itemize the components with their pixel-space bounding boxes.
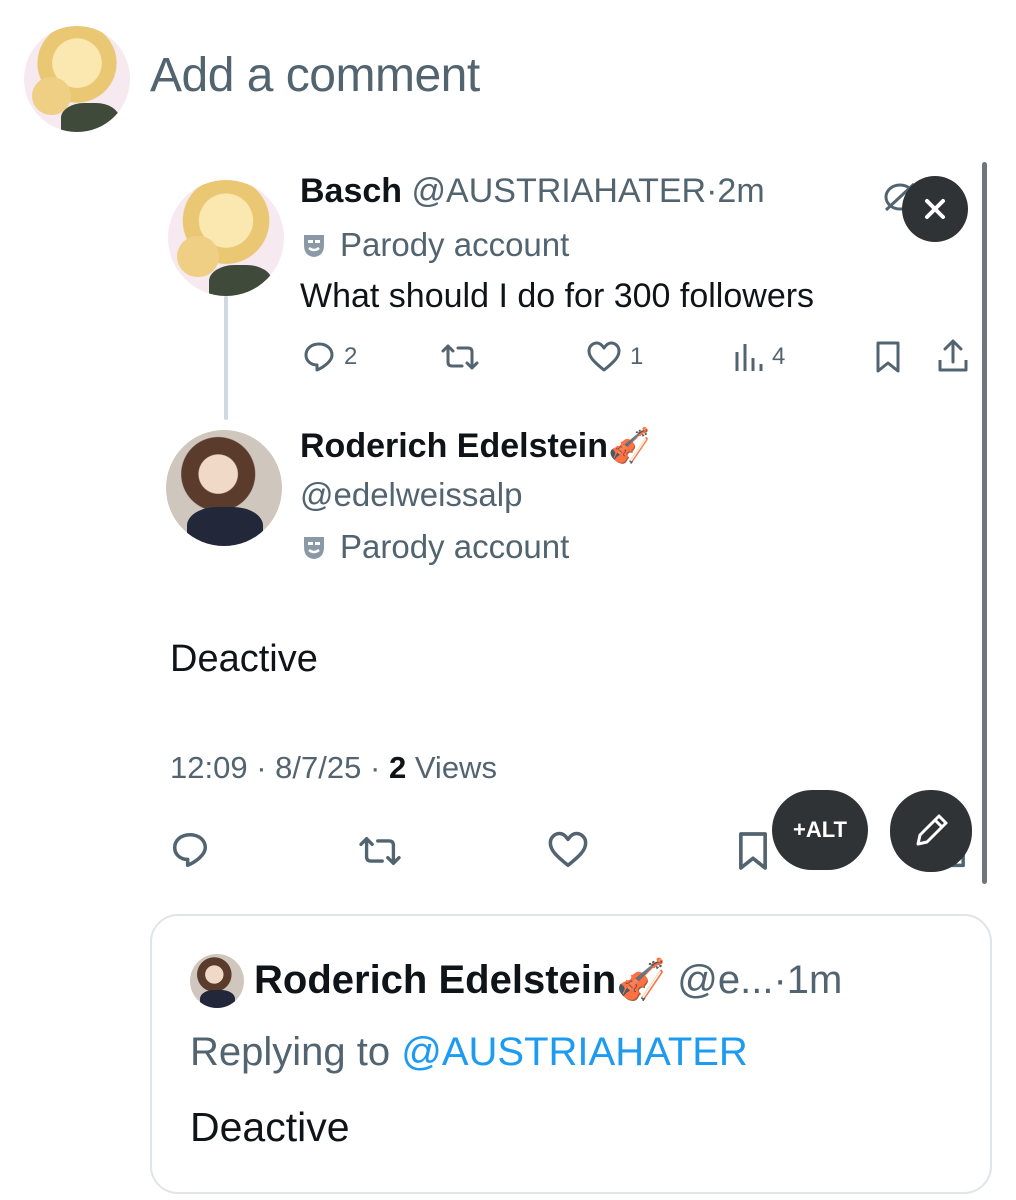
parent-reply-action[interactable]: 2: [302, 340, 357, 374]
main-like-icon[interactable]: [546, 830, 590, 870]
replying-to-prefix: Replying to: [190, 1030, 391, 1074]
retweet-icon: [441, 344, 479, 370]
main-post-views-label[interactable]: Views: [415, 750, 497, 785]
main-post-parody-label: Parody account: [340, 528, 570, 565]
close-icon: [925, 199, 945, 219]
reply-preview-time: 1m: [786, 958, 843, 1002]
edit-media-button[interactable]: [890, 790, 972, 872]
parent-retweet-action[interactable]: [440, 340, 480, 374]
parent-post-time: 2m: [717, 172, 765, 210]
main-post-name-emoji: 🎻: [607, 427, 651, 465]
main-post-display-name[interactable]: Roderich Edelstein: [300, 427, 608, 465]
parent-post-label-row: Parody account: [300, 226, 569, 264]
main-retweet-icon[interactable]: [356, 832, 404, 870]
parent-like-count: 1: [630, 343, 644, 370]
reply-preview-replying-to: Replying to @AUSTRIAHATER: [190, 1030, 748, 1075]
alt-label: +ALT: [793, 817, 847, 842]
parent-views-action[interactable]: 4: [734, 340, 785, 374]
close-button[interactable]: [902, 176, 968, 242]
main-reply-icon[interactable]: [168, 830, 212, 870]
add-alt-text-button[interactable]: +ALT: [772, 790, 868, 870]
parent-post-header: Basch @AUSTRIAHATER·2m: [300, 172, 765, 211]
pencil-icon: [916, 814, 948, 846]
parent-post-avatar[interactable]: [168, 180, 284, 296]
main-post-name-row: Roderich Edelstein🎻: [300, 426, 650, 466]
main-post-views-count[interactable]: 2: [389, 750, 406, 785]
main-post-avatar[interactable]: [166, 430, 282, 546]
main-post-time: 12:09: [170, 750, 248, 785]
reply-preview-text: Deactive: [190, 1104, 350, 1150]
main-post-sep-2: ·: [369, 750, 381, 785]
parent-post-text: What should I do for 300 followers: [300, 277, 815, 315]
reply-preview-name-emoji: 🎻: [616, 958, 667, 1002]
parent-post-handle[interactable]: @AUSTRIAHATER: [412, 172, 707, 210]
reply-preview-avatar: [190, 954, 244, 1008]
reply-preview-header: Roderich Edelstein🎻 @e...·1m: [254, 956, 842, 1003]
main-post-meta: 12:09 · 8/7/25 · 2 Views: [170, 750, 497, 786]
parent-views-count: 4: [772, 343, 786, 370]
parody-mask-icon: [304, 537, 324, 559]
reply-preview-separator: ·: [773, 958, 787, 1002]
reply-preview-handle: @e...: [677, 958, 774, 1002]
replying-to-handle[interactable]: @AUSTRIAHATER: [401, 1030, 748, 1074]
add-comment-placeholder[interactable]: Add a comment: [150, 48, 480, 103]
main-bookmark-icon[interactable]: [736, 830, 770, 872]
parent-reply-count: 2: [344, 343, 358, 370]
like-icon: [587, 341, 621, 372]
main-post-date: 8/7/25: [275, 750, 362, 785]
share-icon[interactable]: [936, 338, 970, 374]
bookmark-icon[interactable]: [874, 340, 902, 374]
reply-icon: [304, 342, 334, 372]
main-post-text: Deactive: [170, 638, 318, 680]
parent-post-display-name[interactable]: Basch: [300, 172, 402, 210]
parent-post-parody-label: Parody account: [340, 226, 570, 263]
parent-post-separator: ·: [706, 172, 718, 210]
reply-preview-display-name: Roderich Edelstein: [254, 958, 617, 1002]
views-icon: [735, 344, 763, 371]
scrollbar[interactable]: [982, 162, 987, 884]
main-post-label-row: Parody account: [300, 528, 569, 566]
parent-like-action[interactable]: 1: [586, 340, 643, 374]
parody-mask-icon: [304, 235, 324, 257]
main-post-sep-1: ·: [256, 750, 267, 785]
thread-connector-line: [224, 296, 228, 420]
composer-avatar: [24, 26, 130, 132]
main-post-handle[interactable]: @edelweissalp: [300, 476, 522, 514]
